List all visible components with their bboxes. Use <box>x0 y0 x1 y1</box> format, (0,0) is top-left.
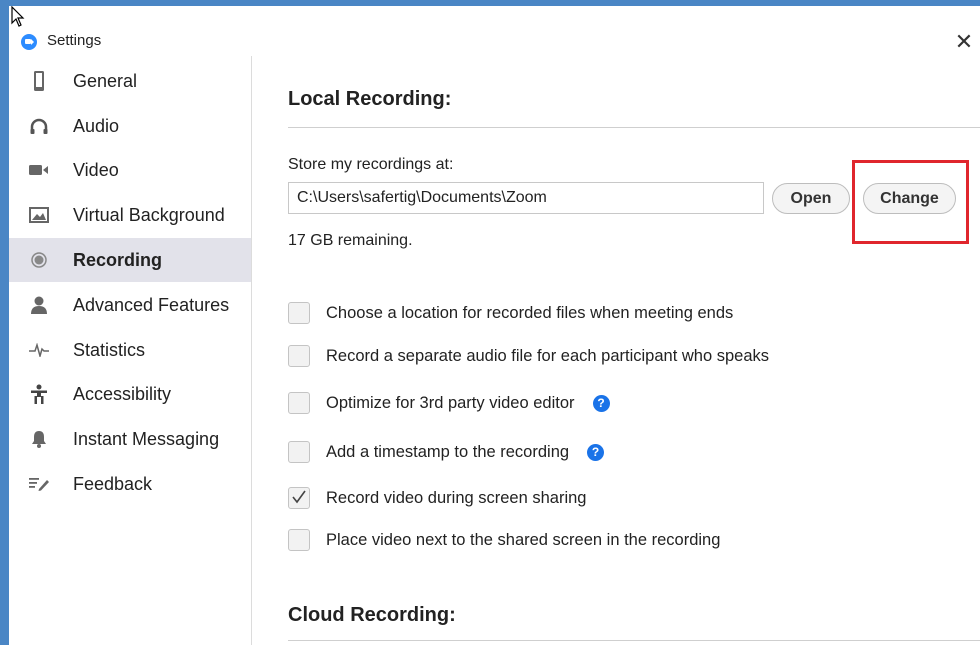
main-panel: Local Recording: Store my recordings at:… <box>288 56 980 645</box>
cloud-recording-title: Cloud Recording: <box>288 604 456 626</box>
title-bar[interactable]: Settings ✕ <box>9 6 980 54</box>
sidebar-item-label: Audio <box>73 115 120 136</box>
open-button[interactable]: Open <box>772 183 850 214</box>
checkmark-icon <box>292 490 306 504</box>
option-choose-location[interactable]: Choose a location for recorded files whe… <box>288 301 733 325</box>
bell-icon <box>29 429 49 449</box>
checkbox[interactable] <box>288 487 310 509</box>
record-icon <box>29 250 49 270</box>
feedback-icon <box>29 474 49 494</box>
sidebar-item-label: Instant Messaging <box>73 428 220 449</box>
sidebar-item-label: Virtual Background <box>73 204 225 225</box>
sidebar-item-label: Feedback <box>73 473 153 494</box>
sidebar-item-virtual-background[interactable]: Virtual Background <box>9 193 251 237</box>
sidebar-item-label: Statistics <box>73 339 146 360</box>
sidebar-item-label: Recording <box>73 249 163 270</box>
sidebar-item-statistics[interactable]: Statistics <box>9 328 251 372</box>
option-label: Choose a location for recorded files whe… <box>326 303 734 322</box>
option-timestamp[interactable]: Add a timestamp to the recording ? <box>288 440 605 464</box>
close-icon[interactable]: ✕ <box>950 28 978 56</box>
pulse-icon <box>29 340 49 360</box>
option-separate-audio[interactable]: Record a separate audio file for each pa… <box>288 344 769 368</box>
accessibility-icon <box>29 384 49 404</box>
option-video-next-to-screen[interactable]: Place video next to the shared screen in… <box>288 528 720 552</box>
zoom-app-icon <box>21 34 37 50</box>
mouse-cursor-icon <box>11 6 25 27</box>
sidebar-item-audio[interactable]: Audio <box>9 104 251 148</box>
checkbox[interactable] <box>288 441 310 463</box>
sidebar-item-accessibility[interactable]: Accessibility <box>9 372 251 416</box>
sidebar-item-feedback[interactable]: Feedback <box>9 462 251 506</box>
checkbox[interactable] <box>288 345 310 367</box>
section-divider <box>288 127 980 128</box>
highlight-box <box>852 160 969 244</box>
headphones-icon <box>29 116 49 136</box>
help-icon[interactable]: ? <box>592 394 610 412</box>
sidebar-item-label: Accessibility <box>73 383 172 404</box>
phone-icon <box>29 71 49 91</box>
sidebar-item-general[interactable]: General <box>9 59 251 103</box>
option-label: Optimize for 3rd party video editor <box>326 393 575 412</box>
sidebar-item-instant-messaging[interactable]: Instant Messaging <box>9 417 251 461</box>
option-label: Add a timestamp to the recording <box>326 442 570 461</box>
option-label: Place video next to the shared screen in… <box>326 530 721 549</box>
sidebar-item-recording[interactable]: Recording <box>9 238 251 282</box>
store-location-label: Store my recordings at: <box>288 156 454 173</box>
sidebar-item-label: Advanced Features <box>73 294 230 315</box>
sidebar-item-label: Video <box>73 159 119 180</box>
settings-window: Settings ✕ General Audio Video Virtual B… <box>9 6 980 645</box>
remaining-space-text: 17 GB remaining. <box>288 232 413 249</box>
sidebar-item-advanced-features[interactable]: Advanced Features <box>9 283 251 327</box>
option-optimize-editor[interactable]: Optimize for 3rd party video editor ? <box>288 391 610 415</box>
option-record-screen-sharing[interactable]: Record video during screen sharing <box>288 486 586 510</box>
option-label: Record video during screen sharing <box>326 488 587 507</box>
option-label: Record a separate audio file for each pa… <box>326 346 770 365</box>
video-camera-icon <box>29 160 49 180</box>
sidebar: General Audio Video Virtual Background R… <box>9 56 252 645</box>
user-icon <box>29 295 49 315</box>
window-title: Settings <box>47 32 102 49</box>
sidebar-item-video[interactable]: Video <box>9 148 251 192</box>
checkbox[interactable] <box>288 302 310 324</box>
local-recording-title: Local Recording: <box>288 88 452 110</box>
recording-path-input[interactable] <box>288 182 764 214</box>
picture-icon <box>29 205 49 225</box>
help-icon[interactable]: ? <box>587 443 605 461</box>
section-divider <box>288 640 980 641</box>
checkbox[interactable] <box>288 392 310 414</box>
checkbox[interactable] <box>288 529 310 551</box>
window-frame-left <box>0 0 9 645</box>
sidebar-item-label: General <box>73 70 138 91</box>
